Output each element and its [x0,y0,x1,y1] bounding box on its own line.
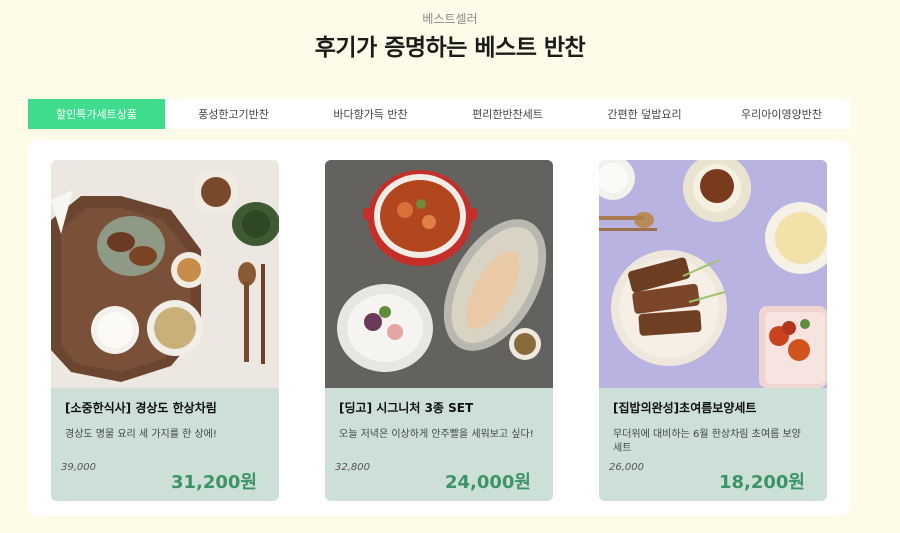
tab-seafood-dishes[interactable]: 바다향가득 반찬 [302,99,439,129]
original-price: 39,000 [61,462,96,473]
product-description: 무더위에 대비하는 6월 한상차림 초여름 보양세트 [613,429,801,454]
product-image-summer-set[interactable] [599,160,827,388]
product-image-signature-set[interactable] [325,160,553,388]
section-eyebrow: 베스트셀러 [422,12,478,26]
tab-discount-sets[interactable]: 할인특가세트상품 [28,99,165,129]
original-price: 26,000 [609,462,644,473]
product-name[interactable]: [소중한식사] 경상도 한상차림 [65,399,269,416]
product-image-korean-meal[interactable] [51,160,279,388]
tab-convenient-sets[interactable]: 편리한반찬세트 [439,99,576,129]
sale-price: 18,200원 [718,472,805,493]
product-card[interactable]: [딩고] 시그니처 3종 SET 오늘 저녁은 이상하게 안주빨을 세워보고 싶… [325,160,553,501]
original-price: 32,800 [335,462,370,473]
category-tabs: 할인특가세트상품 풍성한고기반찬 바다향가득 반찬 편리한반찬세트 간편한 덮밥… [28,99,850,129]
product-description: 오늘 저녁은 이상하게 안주빨을 세워보고 싶다! [339,429,534,440]
sale-price: 24,000원 [444,472,531,493]
tab-rice-bowls[interactable]: 간편한 덮밥요리 [576,99,713,129]
product-card[interactable]: [집밥의완성]초여름보양세트 무더위에 대비하는 6월 한상차림 초여름 보양세… [599,160,827,501]
sale-price: 31,200원 [170,472,257,493]
product-name[interactable]: [딩고] 시그니처 3종 SET [339,399,543,416]
tab-kids-nutrition[interactable]: 우리아이영양반찬 [713,99,850,129]
product-name[interactable]: [집밥의완성]초여름보양세트 [613,399,817,416]
product-description: 경상도 명물 요리 세 가지를 한 상에! [65,429,217,440]
section-title: 후기가 증명하는 베스트 반찬 [314,35,586,61]
product-card[interactable]: [소중한식사] 경상도 한상차림 경상도 명물 요리 세 가지를 한 상에! 3… [51,160,279,501]
tab-meat-dishes[interactable]: 풍성한고기반찬 [165,99,302,129]
product-panel: [소중한식사] 경상도 한상차림 경상도 명물 요리 세 가지를 한 상에! 3… [28,140,850,516]
